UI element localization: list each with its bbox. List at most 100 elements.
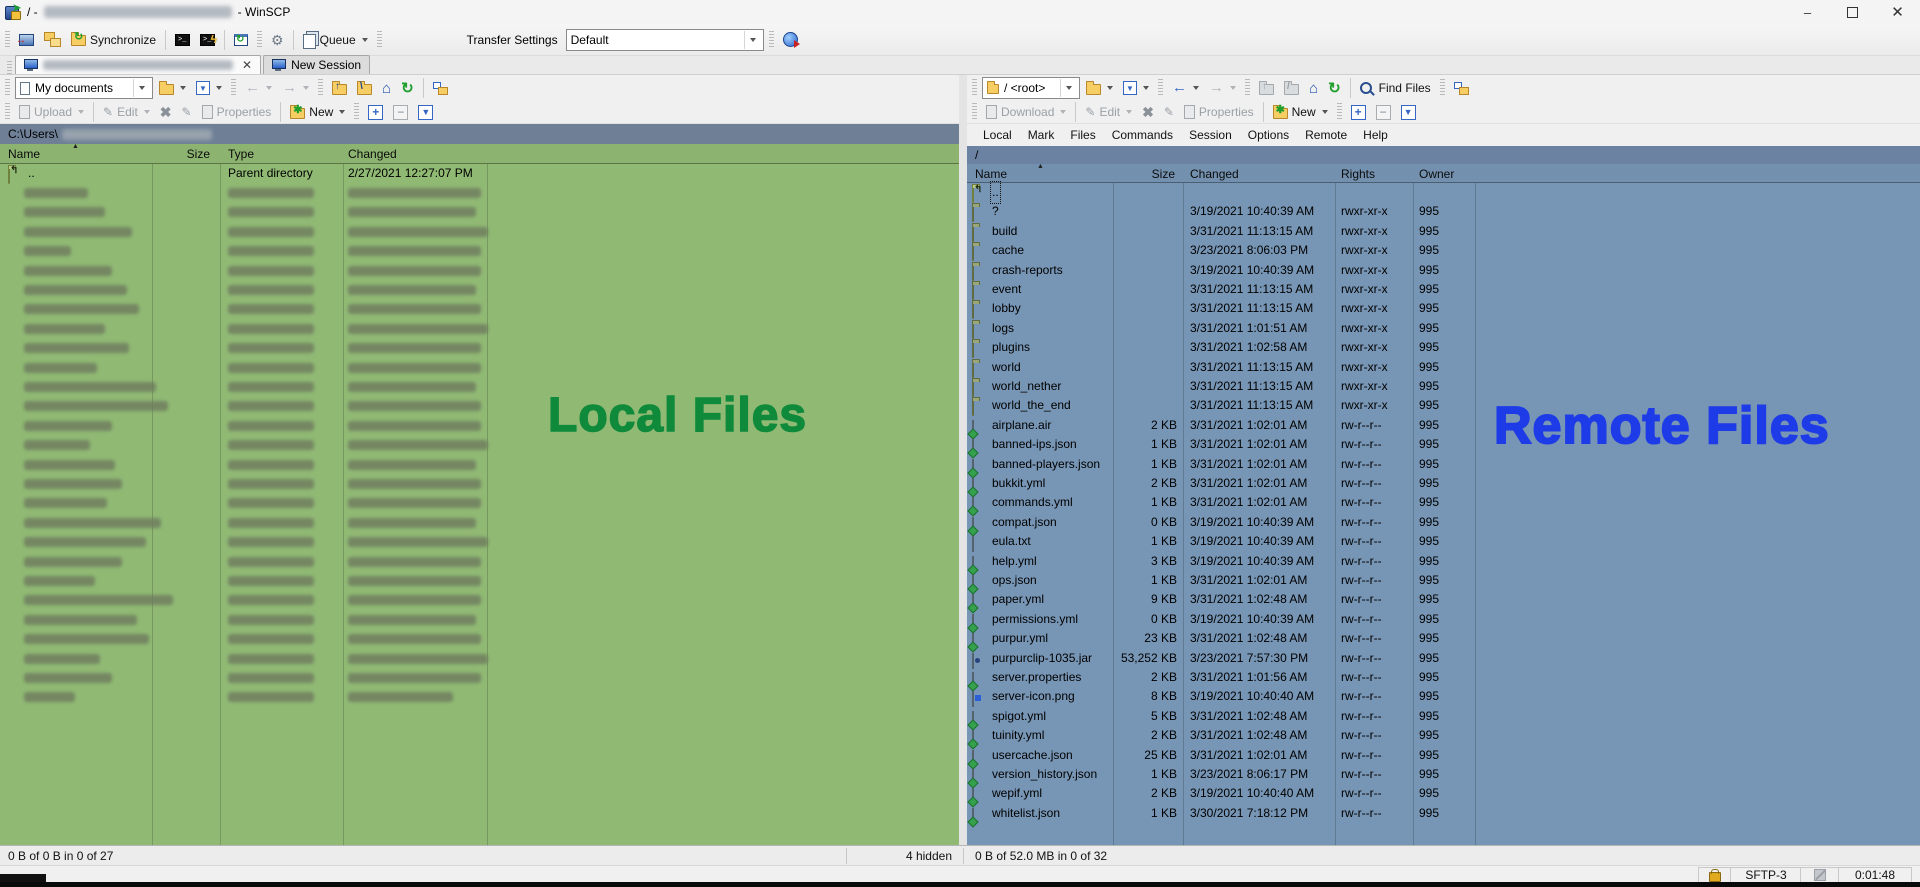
remote-file-row[interactable]: ops.json1 KB3/31/2021 1:02:01 AMrw-r--r-…: [967, 571, 1920, 590]
remote-edit-button[interactable]: ✎ Edit: [1081, 100, 1136, 124]
session-color-button[interactable]: [779, 28, 802, 52]
remote-file-row[interactable]: ↰..: [967, 183, 1920, 202]
remote-file-row[interactable]: plugins3/31/2021 1:02:58 AMrwxr-xr-x995: [967, 338, 1920, 357]
local-redacted-file-row[interactable]: [0, 571, 959, 590]
maximize-button[interactable]: [1830, 0, 1875, 24]
local-open-directory-button[interactable]: [155, 76, 190, 100]
local-delete-button[interactable]: ✖: [156, 100, 176, 124]
local-root-directory-button[interactable]: \: [353, 76, 376, 100]
encryption-cell[interactable]: [1698, 867, 1732, 883]
local-redacted-file-row[interactable]: [0, 533, 959, 552]
remote-header-name[interactable]: Name: [975, 167, 1007, 181]
queue-button[interactable]: Queue: [299, 28, 372, 52]
toolbar-grip[interactable]: [5, 103, 10, 121]
transfer-settings-select[interactable]: Default: [566, 29, 764, 51]
local-redacted-file-row[interactable]: [0, 416, 959, 435]
remote-home-button[interactable]: ⌂: [1305, 76, 1322, 100]
toolbar-grip[interactable]: [5, 79, 10, 97]
remote-file-row[interactable]: lobby3/31/2021 11:13:15 AMrwxr-xr-x995: [967, 299, 1920, 318]
remote-file-row[interactable]: banned-players.json1 KB3/31/2021 1:02:01…: [967, 455, 1920, 474]
remote-file-row[interactable]: event3/31/2021 11:13:15 AMrwxr-xr-x995: [967, 280, 1920, 299]
remote-new-button[interactable]: ✱ New: [1269, 100, 1332, 124]
remote-header-size[interactable]: Size: [1113, 167, 1175, 181]
toolbar-grip[interactable]: [5, 31, 10, 49]
remote-file-row[interactable]: tuinity.yml2 KB3/31/2021 1:02:48 AMrw-r-…: [967, 726, 1920, 745]
toolbar-grip[interactable]: [972, 103, 977, 121]
menu-item-remote[interactable]: Remote: [1297, 128, 1355, 142]
session-duration-cell[interactable]: 0:01:48: [1838, 867, 1912, 883]
remote-file-row[interactable]: cache3/23/2021 8:06:03 PMrwxr-xr-x995: [967, 241, 1920, 260]
menu-item-local[interactable]: Local: [975, 128, 1020, 142]
upload-button[interactable]: Upload: [15, 100, 88, 124]
local-redacted-file-row[interactable]: [0, 455, 959, 474]
local-properties-button[interactable]: Properties: [198, 100, 276, 124]
local-redacted-file-row[interactable]: [0, 494, 959, 513]
remote-root-directory-button[interactable]: /: [1280, 76, 1303, 100]
local-redacted-file-row[interactable]: [0, 688, 959, 707]
local-parent-row[interactable]: ↰ .. Parent directory 2/27/2021 12:27:07…: [0, 164, 959, 183]
remote-header-owner[interactable]: Owner: [1419, 167, 1454, 181]
find-files-button[interactable]: Find Files: [1356, 76, 1435, 100]
local-redacted-file-row[interactable]: [0, 280, 959, 299]
local-redacted-file-row[interactable]: [0, 668, 959, 687]
remote-file-row[interactable]: world_nether3/31/2021 11:13:15 AMrwxr-xr…: [967, 377, 1920, 396]
remote-refresh-button[interactable]: ↻: [1324, 76, 1345, 100]
local-location-select[interactable]: My documents: [15, 77, 153, 99]
remote-file-row[interactable]: usercache.json25 KB3/31/2021 1:02:01 AMr…: [967, 746, 1920, 765]
remote-file-row[interactable]: permissions.yml0 KB3/19/2021 10:40:39 AM…: [967, 610, 1920, 629]
menu-item-commands[interactable]: Commands: [1104, 128, 1181, 142]
open-terminal-button[interactable]: >_: [171, 28, 194, 52]
remote-file-row[interactable]: whitelist.json1 KB3/30/2021 7:18:12 PMrw…: [967, 804, 1920, 823]
local-redacted-file-row[interactable]: [0, 319, 959, 338]
local-add-column-button[interactable]: +: [364, 100, 387, 124]
panel-splitter[interactable]: [959, 75, 967, 845]
remote-file-row[interactable]: spigot.yml5 KB3/31/2021 1:02:48 AMrw-r--…: [967, 707, 1920, 726]
remote-rename-button[interactable]: ✎: [1160, 100, 1178, 124]
local-parent-directory-button[interactable]: ↑: [328, 76, 351, 100]
local-hidden-status[interactable]: 4 hidden: [852, 849, 952, 863]
remote-file-row[interactable]: world3/31/2021 11:13:15 AMrwxr-xr-x995: [967, 358, 1920, 377]
local-redacted-file-row[interactable]: [0, 339, 959, 358]
local-filter-button[interactable]: ▼: [192, 76, 226, 100]
menu-item-help[interactable]: Help: [1355, 128, 1396, 142]
tab-close-icon[interactable]: ✕: [242, 58, 252, 72]
remote-file-row[interactable]: help.yml3 KB3/19/2021 10:40:39 AMrw-r--r…: [967, 552, 1920, 571]
remote-back-button[interactable]: ←: [1168, 76, 1203, 100]
remote-forward-button[interactable]: →: [1205, 76, 1240, 100]
session-tab-active[interactable]: ✕: [15, 55, 261, 74]
toolbar-grip[interactable]: [354, 103, 359, 121]
menu-item-files[interactable]: Files: [1062, 128, 1103, 142]
local-redacted-file-row[interactable]: [0, 610, 959, 629]
toolbar-grip[interactable]: [1440, 79, 1445, 97]
remote-open-directory-button[interactable]: [1082, 76, 1117, 100]
local-header-changed[interactable]: Changed: [348, 147, 397, 161]
remote-path-bar[interactable]: /: [967, 146, 1920, 164]
local-forward-button[interactable]: →: [278, 76, 313, 100]
tabbar-grip[interactable]: [7, 61, 12, 74]
local-remove-column-button[interactable]: −: [389, 100, 412, 124]
remote-header-rights[interactable]: Rights: [1341, 167, 1375, 181]
local-refresh-button[interactable]: ↻: [397, 76, 418, 100]
local-redacted-file-row[interactable]: [0, 261, 959, 280]
remote-file-row[interactable]: commands.yml1 KB3/31/2021 1:02:01 AMrw-r…: [967, 493, 1920, 512]
local-redacted-file-row[interactable]: [0, 552, 959, 571]
remote-properties-button[interactable]: Properties: [1180, 100, 1258, 124]
local-redacted-file-row[interactable]: [0, 300, 959, 319]
synchronize-button[interactable]: ↻ Synchronize: [67, 28, 160, 52]
remote-delete-button[interactable]: ✖: [1138, 100, 1158, 124]
remote-filter-columns-button[interactable]: ▼: [1397, 100, 1420, 124]
menu-item-mark[interactable]: Mark: [1020, 128, 1063, 142]
local-redacted-file-row[interactable]: [0, 203, 959, 222]
remote-file-row[interactable]: ?3/19/2021 10:40:39 AMrwxr-xr-x995: [967, 202, 1920, 221]
notifications-cell[interactable]: [1800, 867, 1840, 883]
local-header-type[interactable]: Type: [228, 147, 254, 161]
toolbar-grip[interactable]: [257, 31, 262, 49]
local-edit-button[interactable]: ✎ Edit: [99, 100, 154, 124]
preferences-button[interactable]: ⚙: [267, 28, 288, 52]
toolbar-grip[interactable]: [231, 79, 236, 97]
download-button[interactable]: Download: [982, 100, 1070, 124]
remote-filter-button[interactable]: ▼: [1119, 76, 1153, 100]
toolbar-grip[interactable]: [1337, 103, 1342, 121]
local-filter-columns-button[interactable]: ▼: [414, 100, 437, 124]
local-redacted-file-row[interactable]: [0, 222, 959, 241]
